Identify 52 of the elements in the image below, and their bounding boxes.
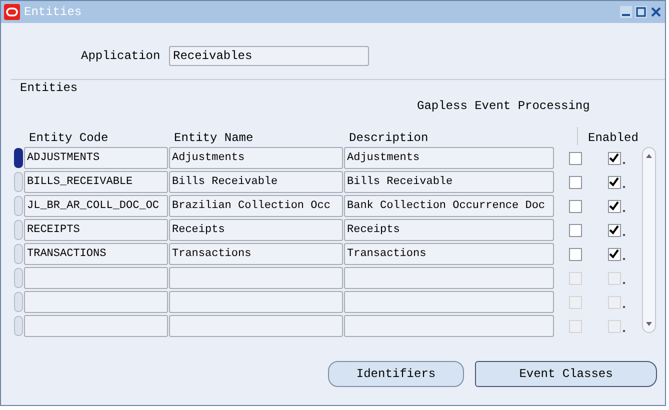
entity-name-field[interactable]: Transactions [169, 243, 343, 265]
entity-name-field[interactable]: Bills Receivable [169, 171, 343, 193]
scroll-down-icon[interactable] [644, 320, 654, 328]
description-field[interactable]: Transactions [344, 243, 554, 265]
entity-name-field[interactable]: Receipts [169, 219, 343, 241]
entity-code-field[interactable]: ADJUSTMENTS [24, 147, 168, 169]
column-header: Description [348, 131, 430, 145]
window-title: Entities [24, 5, 83, 19]
description-field[interactable] [344, 291, 554, 313]
entity-code-field[interactable]: RECEIPTS [24, 219, 168, 241]
entity-name-field[interactable]: Brazilian Collection Occ [169, 195, 343, 217]
entity-name-field[interactable] [169, 315, 343, 337]
enabled-checkbox[interactable] [608, 176, 620, 188]
enabled-checkbox[interactable] [608, 248, 620, 260]
description-field[interactable]: Bills Receivable [344, 171, 554, 193]
event-classes-button[interactable]: Event Classes [475, 361, 657, 387]
entity-code-field[interactable]: BILLS_RECEIVABLE [24, 171, 168, 193]
entity-code-field[interactable]: JL_BR_AR_COLL_DOC_OC [24, 195, 168, 217]
entity-code-field[interactable] [24, 291, 168, 313]
identifiers-button[interactable]: Identifiers [328, 361, 464, 387]
column-header: Enabled [588, 131, 636, 145]
gapless-checkbox[interactable] [568, 200, 582, 212]
entity-code-field[interactable] [24, 267, 168, 289]
entity-name-field[interactable] [169, 291, 343, 313]
gapless-checkbox[interactable] [568, 248, 582, 260]
enabled-checkbox[interactable] [608, 200, 620, 212]
entity-code-field[interactable]: TRANSACTIONS [24, 243, 168, 265]
entity-code-field[interactable] [24, 315, 168, 337]
entity-name-field[interactable]: Adjustments [169, 147, 343, 169]
maximize-icon[interactable] [635, 6, 647, 18]
description-field[interactable] [344, 267, 554, 289]
scroll-up-icon[interactable] [644, 152, 654, 160]
close-icon[interactable] [650, 6, 662, 18]
description-field[interactable]: Adjustments [344, 147, 554, 169]
enabled-checkbox[interactable] [608, 224, 620, 236]
enabled-checkbox[interactable] [608, 152, 620, 164]
description-field[interactable]: Bank Collection Occurrence Doc [344, 195, 554, 217]
vertical-scrollbar[interactable] [642, 147, 656, 333]
record-indicator[interactable] [14, 148, 23, 168]
gapless-checkbox[interactable] [568, 176, 582, 188]
application-field[interactable]: Receivables [169, 46, 369, 66]
description-field[interactable]: Receipts [344, 219, 554, 241]
app-logo-icon [4, 4, 20, 20]
gapless-checkbox[interactable] [568, 152, 582, 164]
gapless-checkbox[interactable] [568, 224, 582, 236]
description-field[interactable] [344, 315, 554, 337]
column-header: Entity Code [28, 131, 110, 145]
column-header: Entity Name [173, 131, 254, 145]
minimize-icon[interactable] [620, 6, 632, 18]
column-group-heading: Gapless Event Processing [417, 99, 590, 113]
entity-name-field[interactable] [169, 267, 343, 289]
application-label: Application [81, 49, 162, 63]
